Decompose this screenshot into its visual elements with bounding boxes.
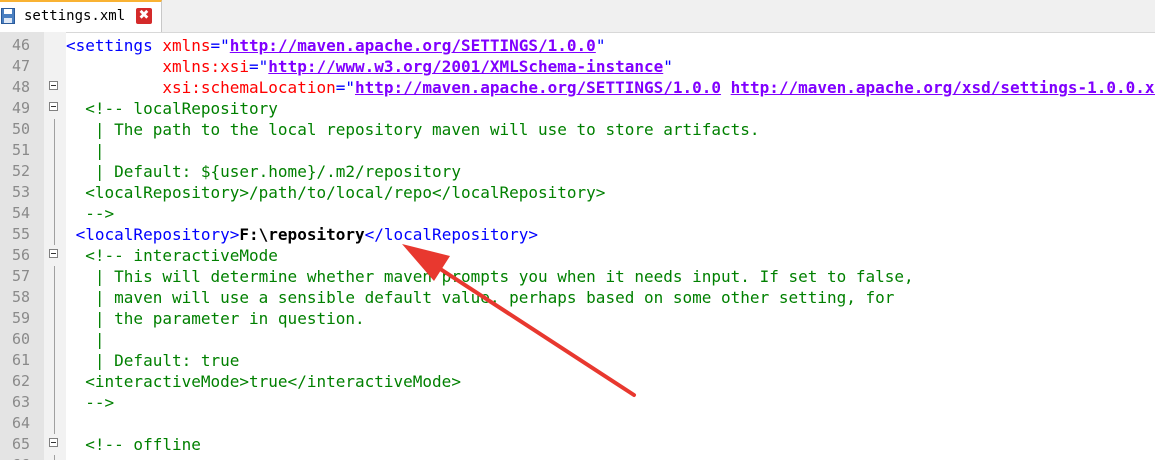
annotation-arrow — [402, 244, 636, 397]
